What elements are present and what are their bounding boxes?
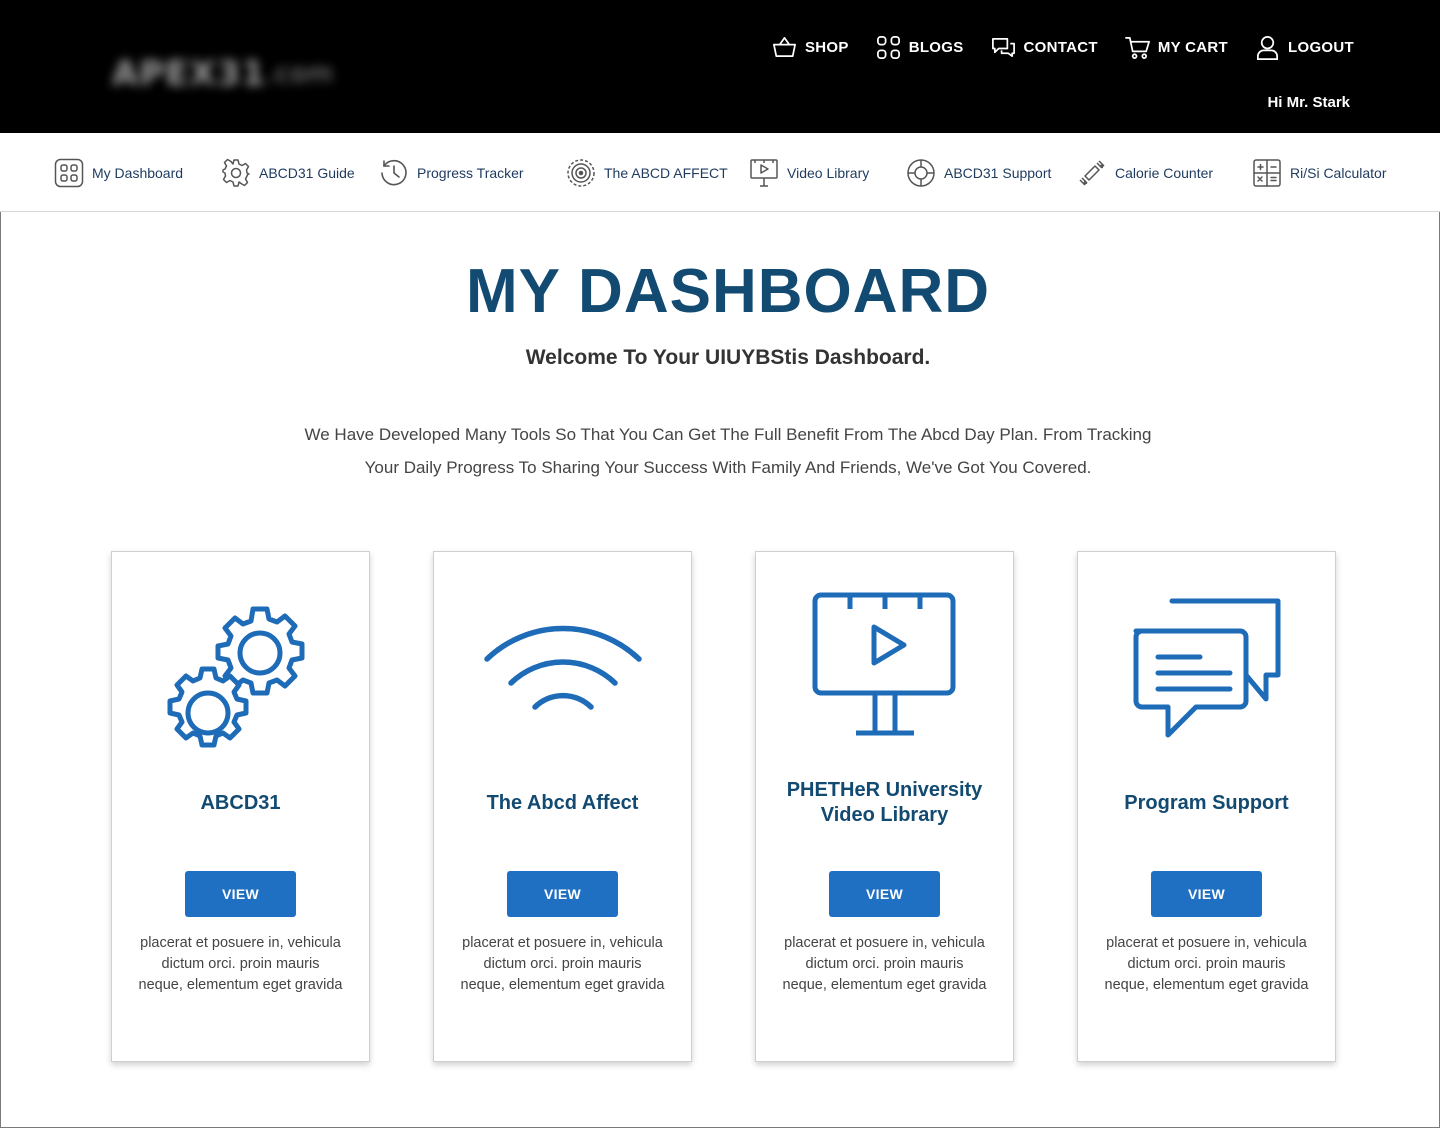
subnav-label: Progress Tracker bbox=[417, 164, 524, 181]
target-icon bbox=[567, 158, 595, 187]
page-title: MY DASHBOARD bbox=[465, 257, 991, 326]
view-button[interactable]: VIEW bbox=[185, 871, 296, 917]
card-title: PHETHeR University Video Library bbox=[786, 779, 983, 826]
card-title: ABCD31 bbox=[200, 791, 281, 814]
nav-shop[interactable]: SHOP bbox=[771, 34, 849, 61]
nav-logout-label: LOGOUT bbox=[1288, 39, 1354, 56]
subnav-calorie-counter[interactable]: Calorie Counter bbox=[1077, 133, 1213, 212]
nav-blogs-label: BLOGS bbox=[908, 39, 964, 56]
user-greeting: Hi Mr. Stark bbox=[1267, 94, 1350, 111]
subnav-calculator[interactable]: Ri/Si Calculator bbox=[1252, 133, 1386, 212]
grid-icon bbox=[876, 36, 900, 59]
nav-contact[interactable]: CONTACT bbox=[990, 34, 1098, 61]
calculator-icon bbox=[1253, 158, 1281, 187]
card-description: placerat et posuere in, vehicula dictum … bbox=[782, 935, 987, 993]
subnav-support[interactable]: ABCD31 Support bbox=[906, 133, 1051, 212]
card-title: The Abcd Affect bbox=[486, 791, 639, 814]
view-button[interactable]: VIEW bbox=[829, 871, 940, 917]
card-description: placerat et posuere in, vehicula dictum … bbox=[138, 935, 343, 993]
subnav-abcd-affect[interactable]: The ABCD AFFECT bbox=[566, 133, 728, 212]
subnav-label: ABCD31 Support bbox=[944, 164, 1052, 181]
wifi-icon bbox=[483, 625, 642, 710]
chat-icon bbox=[991, 37, 1015, 58]
basket-icon bbox=[773, 36, 796, 58]
welcome-subtitle: Welcome To Your UIUYBStis Dashboard. bbox=[525, 346, 931, 369]
subnav-guide[interactable]: ABCD31 Guide bbox=[221, 133, 355, 212]
intro-line: We Have Developed Many Tools So That You… bbox=[304, 425, 1152, 444]
view-button[interactable]: VIEW bbox=[1151, 871, 1262, 917]
nav-cart-label: MY CART bbox=[1157, 39, 1229, 56]
card-abcd-affect: The Abcd Affect VIEW placerat et posuere… bbox=[433, 551, 692, 1062]
card-abcd31: ABCD31 VIEW placerat et posuere in, vehi… bbox=[111, 551, 370, 1062]
cart-icon bbox=[1124, 36, 1150, 59]
subnav-label: ABCD31 Guide bbox=[259, 164, 355, 181]
top-nav: SHOP BLOGS CONTACT MY CART LOGOUT bbox=[771, 34, 1354, 61]
gear-icon bbox=[222, 158, 250, 187]
subnav-label: Ri/Si Calculator bbox=[1290, 164, 1387, 181]
logo-text: APEX31 bbox=[112, 54, 266, 94]
subnav-label: My Dashboard bbox=[92, 164, 184, 181]
card-description: placerat et posuere in, vehicula dictum … bbox=[1104, 935, 1309, 993]
card-program-support: Program Support VIEW placerat et posuere… bbox=[1077, 551, 1336, 1062]
nav-contact-label: CONTACT bbox=[1023, 39, 1098, 56]
video-monitor-icon bbox=[812, 592, 955, 736]
view-button[interactable]: VIEW bbox=[507, 871, 618, 917]
top-bar: APEX31 .com SHOP BLOGS CONTACT MY CART L… bbox=[0, 0, 1440, 133]
subnav-label: The ABCD AFFECT bbox=[604, 164, 728, 181]
gears-icon bbox=[167, 606, 304, 748]
subnav-label: Video Library bbox=[787, 164, 870, 181]
nav-cart[interactable]: MY CART bbox=[1124, 34, 1228, 61]
lifebuoy-icon bbox=[907, 158, 935, 187]
chat-bubbles-icon bbox=[1133, 598, 1280, 738]
dumbbell-icon bbox=[1079, 159, 1105, 186]
subnav-my-dashboard[interactable]: My Dashboard bbox=[54, 133, 183, 212]
subnav-label: Calorie Counter bbox=[1115, 164, 1214, 181]
clock-icon bbox=[381, 159, 407, 185]
dashboard-icon bbox=[54, 158, 84, 187]
site-logo[interactable]: APEX31 .com bbox=[112, 52, 342, 96]
nav-blogs[interactable]: BLOGS bbox=[875, 34, 964, 61]
card-description: placerat et posuere in, vehicula dictum … bbox=[460, 935, 665, 993]
subnav-video-library[interactable]: Video Library bbox=[749, 133, 869, 212]
logo-suffix: .com bbox=[266, 59, 334, 89]
user-icon bbox=[1257, 36, 1279, 60]
dashboard-nav: My Dashboard ABCD31 Guide Progress Track… bbox=[0, 133, 1440, 212]
card-video-library: PHETHeR University Video Library VIEW pl… bbox=[755, 551, 1014, 1062]
intro-text: We Have Developed Many Tools So That You… bbox=[228, 418, 1228, 484]
video-board-icon bbox=[750, 158, 778, 187]
intro-line: Your Daily Progress To Sharing Your Succ… bbox=[364, 458, 1092, 477]
nav-shop-label: SHOP bbox=[804, 39, 849, 56]
nav-logout[interactable]: LOGOUT bbox=[1254, 34, 1354, 61]
card-title: Program Support bbox=[1124, 791, 1289, 814]
subnav-progress-tracker[interactable]: Progress Tracker bbox=[379, 133, 524, 212]
